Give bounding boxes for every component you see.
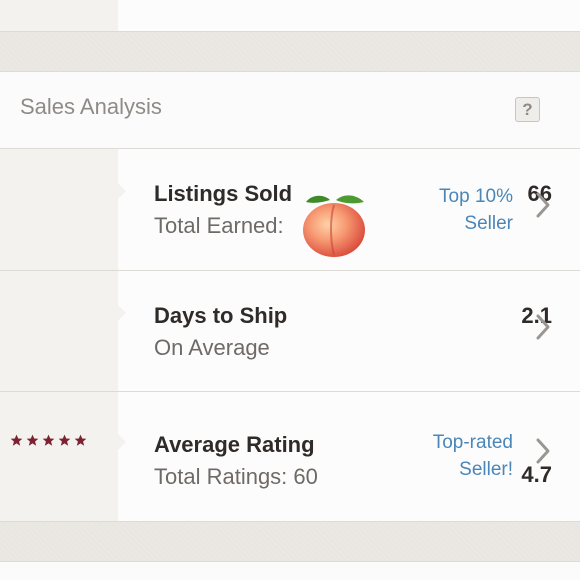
stat-column <box>0 149 118 270</box>
peach-icon <box>303 195 365 257</box>
days-to-ship-row[interactable]: 2.1 Days to Ship On Average <box>0 270 580 391</box>
help-button[interactable]: ? <box>515 97 540 122</box>
previous-card-content <box>118 0 580 32</box>
section-gap <box>0 521 580 561</box>
stat-column <box>0 271 118 391</box>
average-rating-label: Average Rating <box>154 432 315 457</box>
section-gap <box>0 32 580 71</box>
next-card <box>0 561 580 580</box>
days-to-ship-label: Days to Ship <box>154 303 288 328</box>
star-icon <box>58 434 71 446</box>
total-ratings-label: Total Ratings: 60 <box>154 464 318 489</box>
row-notch <box>118 434 126 450</box>
chevron-right-icon[interactable] <box>534 191 552 219</box>
previous-card <box>0 0 580 32</box>
average-rating-row[interactable]: 4.7 Average Rating Total Ratings: 60 Top… <box>0 391 580 521</box>
chevron-right-icon[interactable] <box>534 437 552 465</box>
row-notch <box>118 183 126 199</box>
total-earned-label: Total Earned: <box>154 213 284 238</box>
badge-line-1: Top-rated <box>432 432 513 453</box>
row-notch <box>118 305 126 321</box>
badge-line-2: Seller! <box>459 459 513 480</box>
listings-sold-row[interactable]: 66 Listings Sold Total Earned: Top 10% S… <box>0 148 580 270</box>
star-icon <box>26 434 39 446</box>
top-seller-badge[interactable]: Top 10% Seller <box>439 183 513 237</box>
star-icon <box>74 434 87 446</box>
section-title: Sales Analysis <box>20 94 162 119</box>
star-icon <box>10 434 23 446</box>
on-average-label: On Average <box>154 335 270 360</box>
badge-line-2: Seller <box>464 213 513 234</box>
star-icon <box>42 434 55 446</box>
chevron-right-icon[interactable] <box>534 313 552 341</box>
badge-line-1: Top 10% <box>439 186 513 207</box>
rating-stars <box>10 434 87 447</box>
sales-analysis-header: Sales Analysis ? <box>0 71 580 148</box>
sales-analysis-list: 66 Listings Sold Total Earned: Top 10% S… <box>0 148 580 521</box>
stat-column <box>0 392 118 521</box>
top-rated-badge[interactable]: Top-rated Seller! <box>433 429 513 483</box>
listings-sold-label: Listings Sold <box>154 181 293 206</box>
